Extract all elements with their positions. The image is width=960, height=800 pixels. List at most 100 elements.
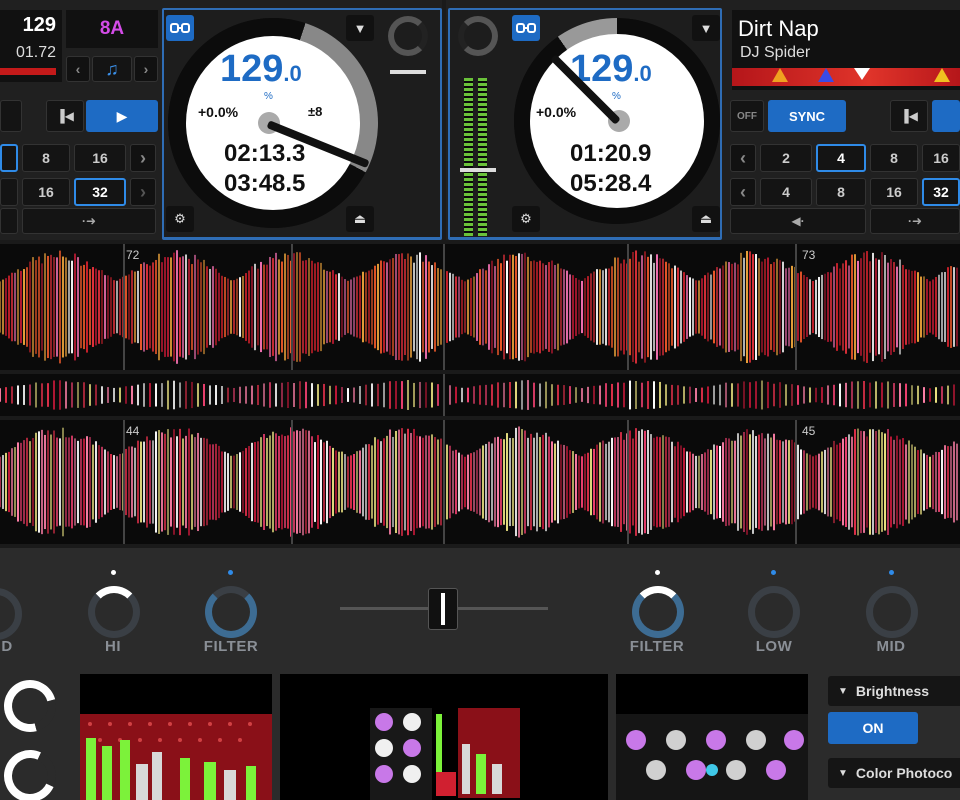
knob-indicator [889,570,894,575]
sync-button[interactable]: SYNC [768,100,846,132]
effect-param-label: Brightness [855,683,930,699]
eq-knob-mid-left[interactable] [0,588,22,640]
beat-marker-label: 73 [802,248,816,262]
effect-param-color[interactable]: ▼ Color Photoco [828,758,960,788]
waveform-top-svg [0,244,958,370]
pitch-fader-handle-right[interactable] [460,168,496,172]
video-master-output[interactable] [280,674,608,800]
loop-btn-16-right[interactable]: 16 [922,144,960,172]
video-preview-right[interactable] [616,674,808,800]
pitch-fader-handle-left[interactable] [390,70,426,74]
collapse-icon: ▼ [838,685,848,697]
vu-meter-right-a [464,78,473,236]
loop-btn-row2-8[interactable]: 8 [816,178,866,206]
eq-knob-mid-right[interactable] [866,586,918,638]
loop-next-icon[interactable]: › [130,144,156,172]
track-title: Dirt Nap [738,16,819,41]
remaining-time: 03:48.5 [224,170,306,197]
filter-menu-icon-right[interactable]: ▼ [692,15,720,41]
loop-btn-16[interactable]: 16 [74,144,126,172]
play-button[interactable]: ▶ [86,100,158,132]
waveform-deck-top[interactable]: 72 73 [0,244,960,370]
deck-left-platter[interactable]: 129.0 % +0.0% ±8 02:13.3 03:48.5 [168,18,378,228]
elapsed-time-right: 01:20.9 [570,140,652,167]
video-preview-left-svg [80,714,272,800]
link-icon[interactable] [166,15,194,41]
filter-knob-right[interactable] [632,586,684,638]
knob-indicator [228,570,233,575]
loop-row2-left[interactable] [0,178,18,206]
crossfader-handle-line [441,593,445,625]
loop-prev-icon[interactable]: ‹ [730,144,756,172]
music-note-icon[interactable]: ♫ [92,56,132,82]
prev-cue-icon[interactable]: ▐◀ [46,100,84,132]
loop-next-disabled-icon[interactable]: › [130,178,156,206]
beat-marker-label: 72 [126,248,140,262]
loop-row2-prev-icon[interactable]: ‹ [730,178,756,206]
settings-icon[interactable]: ⚙ [166,206,194,232]
play-button-right[interactable] [932,100,960,132]
waveform-deck-bottom[interactable]: 44 45 [0,420,960,544]
prev-cue-icon-right[interactable]: ▐◀ [890,100,928,132]
beatjump-icon[interactable]: ·➜ [22,208,156,234]
elapsed-time: 02:13.3 [224,140,306,167]
loop-btn-4[interactable]: 4 [816,144,866,172]
key-up-button[interactable]: › [134,56,158,82]
link-icon-right[interactable] [512,15,540,41]
knob-indicator [111,570,116,575]
settings-icon-right[interactable]: ⚙ [512,206,540,232]
cue-marker-icon [772,68,788,82]
gain-knob-right[interactable] [458,16,498,56]
gain-knob-left[interactable] [388,16,428,56]
knob-label: MID [876,638,906,655]
waveform-bottom-svg [0,420,958,544]
crossfader-handle[interactable] [428,588,458,630]
effect-param-brightness[interactable]: ▼ Brightness [828,676,960,706]
platter-bpm: 129.0 [220,48,302,91]
cue-button[interactable] [0,100,22,132]
slip-left[interactable] [0,208,18,234]
loop-btn-row2-32[interactable]: 32 [74,178,126,206]
eject-icon[interactable]: ⏏ [346,206,374,232]
loop-btn-row2-16-right[interactable]: 16 [870,178,918,206]
video-preview-left[interactable] [80,674,272,800]
playhead-marker-icon [854,68,870,80]
eq-knob-low-right[interactable] [748,586,800,638]
loop-btn-row2-32-right[interactable]: 32 [922,178,960,206]
beatjump-back-icon[interactable]: ◀· [730,208,866,234]
platter-bpm-int: 129 [220,48,284,90]
loop-btn-row2-16[interactable]: 16 [22,178,70,206]
waveform-mid-svg [0,374,955,416]
loop-btn-row2-4[interactable]: 4 [760,178,812,206]
filter-menu-icon[interactable]: ▼ [346,15,374,41]
off-button[interactable]: OFF [730,100,764,132]
key-value: 8A [99,18,125,39]
platter-bpm-unit: % [264,91,273,102]
eject-icon-right[interactable]: ⏏ [692,206,720,232]
knob-indicator [771,570,776,575]
vu-meter-right-b [478,78,487,236]
beatjump-fwd-icon[interactable]: ·➜ [870,208,960,234]
effect-on-button[interactable]: ON [828,712,918,744]
waveform-overview[interactable] [0,374,960,416]
video-master-svg [370,708,520,800]
video-preview-right-svg [616,714,808,800]
key-down-button[interactable]: ‹ [66,56,90,82]
knob-label: HI [105,638,121,655]
deck-right-platter[interactable]: 129.0 % +0.0% 01:20.9 05:28.4 [514,18,720,224]
knob-label: D [1,638,13,655]
knob-indicator [655,570,660,575]
mixer-strip: D HI FILTER FILTER LOW MID [0,548,960,670]
track-artist: DJ Spider [740,44,811,61]
loop-btn-8[interactable]: 8 [22,144,70,172]
beat-marker-label: 45 [802,424,816,438]
eq-knob-hi-left[interactable] [88,586,140,638]
filter-knob-left[interactable] [205,586,257,638]
loop-btn-8-right[interactable]: 8 [870,144,918,172]
knob-label: LOW [755,638,793,655]
collapse-icon: ▼ [838,767,848,779]
loop-btn-2[interactable]: 2 [760,144,812,172]
deck-left-time-readout: 01.72 [15,44,56,61]
loop-sel-left[interactable] [0,144,18,172]
track-overview-bar[interactable] [732,68,960,86]
